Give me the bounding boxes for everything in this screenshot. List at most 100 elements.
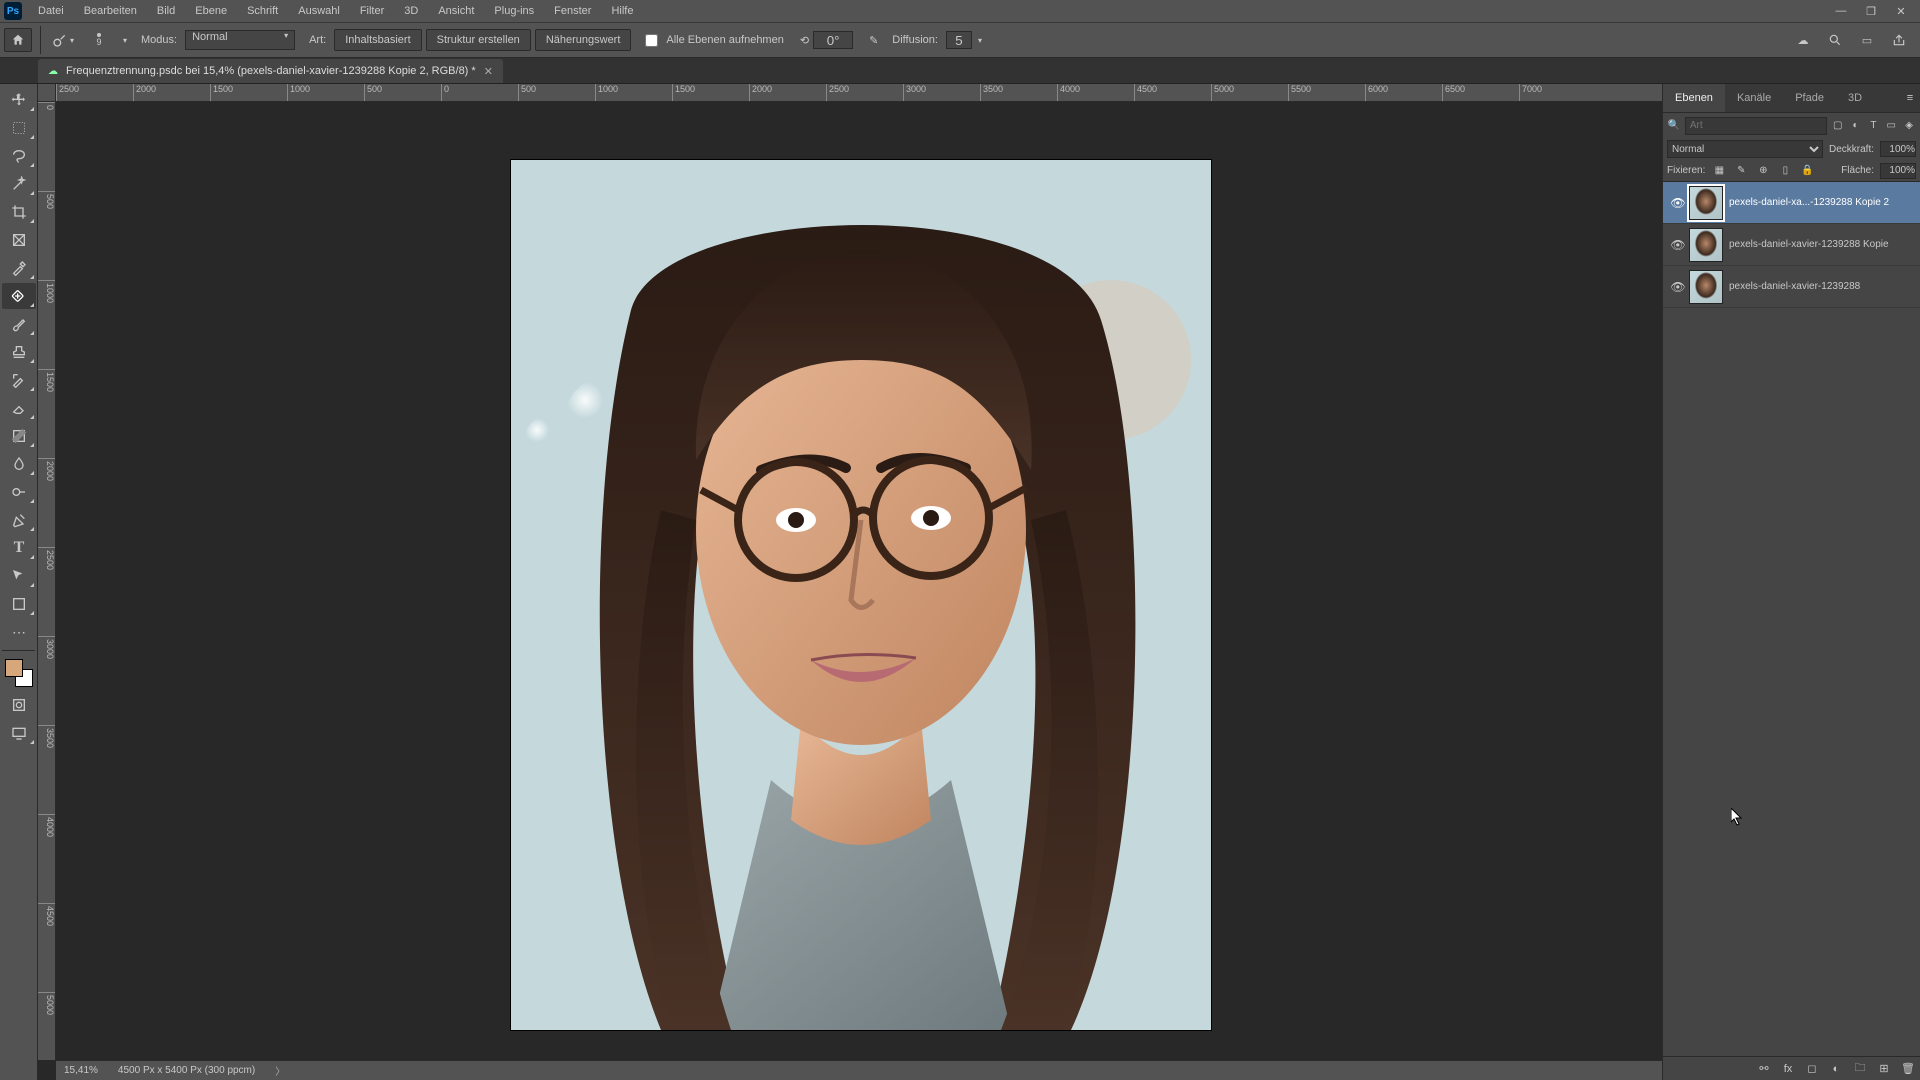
ruler-corner[interactable] xyxy=(38,84,56,102)
layer-blend-select[interactable]: Normal xyxy=(1667,140,1823,158)
brush-preview[interactable]: 9 xyxy=(81,33,117,47)
tool-eraser[interactable] xyxy=(2,395,36,421)
layer-thumbnail[interactable] xyxy=(1689,270,1723,304)
tab-pfade[interactable]: Pfade xyxy=(1783,84,1836,112)
filter-shape-icon[interactable]: ▭ xyxy=(1884,117,1898,135)
tab-ebenen[interactable]: Ebenen xyxy=(1663,84,1725,112)
tool-heal[interactable] xyxy=(2,283,36,309)
workspace-icon[interactable]: ▭ xyxy=(1858,31,1876,49)
tool-brush[interactable] xyxy=(2,311,36,337)
window-close-button[interactable]: ✕ xyxy=(1886,2,1916,20)
ruler-vertical[interactable]: 0 500 1000 1500 2000 2500 3000 3500 4000… xyxy=(38,102,56,1060)
menu-plugins[interactable]: Plug-ins xyxy=(484,0,544,22)
document-image[interactable] xyxy=(511,160,1211,1030)
fg-color-swatch[interactable] xyxy=(5,659,23,677)
menu-schrift[interactable]: Schrift xyxy=(237,0,288,22)
struktur-button[interactable]: Struktur erstellen xyxy=(426,29,531,51)
filter-adjust-icon[interactable]: ◐ xyxy=(1849,117,1863,135)
tool-more[interactable]: ⋯ xyxy=(2,619,36,645)
sample-all-checkbox[interactable] xyxy=(645,34,658,47)
chevron-down-icon[interactable]: ▾ xyxy=(123,36,127,45)
window-restore-button[interactable]: ❐ xyxy=(1856,2,1886,20)
layer-thumbnail[interactable] xyxy=(1689,228,1723,262)
filter-smart-icon[interactable]: ◈ xyxy=(1902,117,1916,135)
tab-3d[interactable]: 3D xyxy=(1836,84,1874,112)
tool-type[interactable]: T xyxy=(2,535,36,561)
layer-row[interactable]: 👁 pexels-daniel-xa...-1239288 Kopie 2 xyxy=(1663,182,1920,224)
lock-all-icon[interactable]: 🔒 xyxy=(1799,163,1815,179)
home-button[interactable] xyxy=(4,28,32,52)
tool-path[interactable] xyxy=(2,563,36,589)
tool-wand[interactable] xyxy=(2,171,36,197)
menu-auswahl[interactable]: Auswahl xyxy=(288,0,350,22)
lock-trans-icon[interactable]: ▦ xyxy=(1711,163,1727,179)
blend-mode-select[interactable]: Normal ▾ xyxy=(185,30,295,50)
diffusion-input[interactable] xyxy=(946,31,972,49)
lock-nest-icon[interactable]: ▯ xyxy=(1777,163,1793,179)
tool-screenmode[interactable] xyxy=(2,720,36,746)
layer-name[interactable]: pexels-daniel-xa...-1239288 Kopie 2 xyxy=(1729,197,1916,208)
doc-dimensions[interactable]: 4500 Px x 5400 Px (300 ppcm) xyxy=(118,1065,255,1076)
tool-marquee[interactable] xyxy=(2,115,36,141)
layer-row[interactable]: 👁 pexels-daniel-xavier-1239288 Kopie xyxy=(1663,224,1920,266)
tool-frame[interactable] xyxy=(2,227,36,253)
new-layer-icon[interactable]: ⊞ xyxy=(1876,1062,1892,1075)
link-layers-icon[interactable]: ⚯ xyxy=(1756,1062,1772,1075)
naeherung-button[interactable]: Näherungswert xyxy=(535,29,632,51)
layer-row[interactable]: 👁 pexels-daniel-xavier-1239288 xyxy=(1663,266,1920,308)
tool-stamp[interactable] xyxy=(2,339,36,365)
status-arrow-icon[interactable]: 〉 xyxy=(275,1063,285,1078)
menu-bearbeiten[interactable]: Bearbeiten xyxy=(74,0,147,22)
chevron-down-icon[interactable]: ▾ xyxy=(978,36,982,45)
color-swatch[interactable] xyxy=(5,659,33,687)
angle-input[interactable] xyxy=(813,31,853,49)
layer-visibility-icon[interactable]: 👁 xyxy=(1667,238,1689,252)
tool-move[interactable] xyxy=(2,87,36,113)
layer-filter-input[interactable] xyxy=(1685,117,1827,135)
tool-blur[interactable] xyxy=(2,451,36,477)
panel-menu-icon[interactable]: ≡ xyxy=(1900,84,1920,112)
ruler-horizontal[interactable]: 2500 2000 1500 1000 500 0 500 1000 1500 … xyxy=(56,84,1662,102)
tool-gradient[interactable] xyxy=(2,423,36,449)
delete-layer-icon[interactable]: 🗑 xyxy=(1900,1062,1916,1075)
pressure-icon[interactable]: ✎ xyxy=(869,34,878,47)
cloud-docs-icon[interactable]: ☁ xyxy=(1794,31,1812,49)
menu-ebene[interactable]: Ebene xyxy=(185,0,237,22)
lock-pos-icon[interactable]: ⊕ xyxy=(1755,163,1771,179)
tool-eyedrop[interactable] xyxy=(2,255,36,281)
close-tab-icon[interactable]: ✕ xyxy=(484,65,493,78)
layer-visibility-icon[interactable]: 👁 xyxy=(1667,280,1689,294)
tool-quickmask[interactable] xyxy=(2,692,36,718)
menu-datei[interactable]: Datei xyxy=(28,0,74,22)
layer-name[interactable]: pexels-daniel-xavier-1239288 xyxy=(1729,281,1916,292)
tool-dodge[interactable] xyxy=(2,479,36,505)
menu-3d[interactable]: 3D xyxy=(394,0,428,22)
lock-paint-icon[interactable]: ✎ xyxy=(1733,163,1749,179)
opacity-input[interactable] xyxy=(1880,141,1916,157)
layer-name[interactable]: pexels-daniel-xavier-1239288 Kopie xyxy=(1729,239,1916,250)
layer-thumbnail[interactable] xyxy=(1689,186,1723,220)
menu-bild[interactable]: Bild xyxy=(147,0,185,22)
zoom-level[interactable]: 15,41% xyxy=(64,1065,98,1076)
mask-icon[interactable]: ◻ xyxy=(1804,1062,1820,1075)
filter-type-icon[interactable]: T xyxy=(1866,117,1880,135)
window-minimize-button[interactable]: — xyxy=(1826,2,1856,20)
menu-hilfe[interactable]: Hilfe xyxy=(601,0,643,22)
current-tool-icon[interactable]: ▾ xyxy=(49,28,77,52)
menu-fenster[interactable]: Fenster xyxy=(544,0,601,22)
canvas[interactable] xyxy=(56,102,1662,1060)
filter-image-icon[interactable]: ▢ xyxy=(1831,117,1845,135)
tool-shape[interactable] xyxy=(2,591,36,617)
tool-history[interactable] xyxy=(2,367,36,393)
tab-kanaele[interactable]: Kanäle xyxy=(1725,84,1783,112)
group-icon[interactable]: 🗀 xyxy=(1852,1059,1868,1078)
tool-pen[interactable] xyxy=(2,507,36,533)
tool-crop[interactable] xyxy=(2,199,36,225)
tool-lasso[interactable] xyxy=(2,143,36,169)
fill-input[interactable] xyxy=(1880,163,1916,179)
inhaltsbasiert-button[interactable]: Inhaltsbasiert xyxy=(334,29,421,51)
search-icon[interactable] xyxy=(1826,31,1844,49)
share-icon[interactable] xyxy=(1890,31,1908,49)
menu-filter[interactable]: Filter xyxy=(350,0,394,22)
menu-ansicht[interactable]: Ansicht xyxy=(428,0,484,22)
